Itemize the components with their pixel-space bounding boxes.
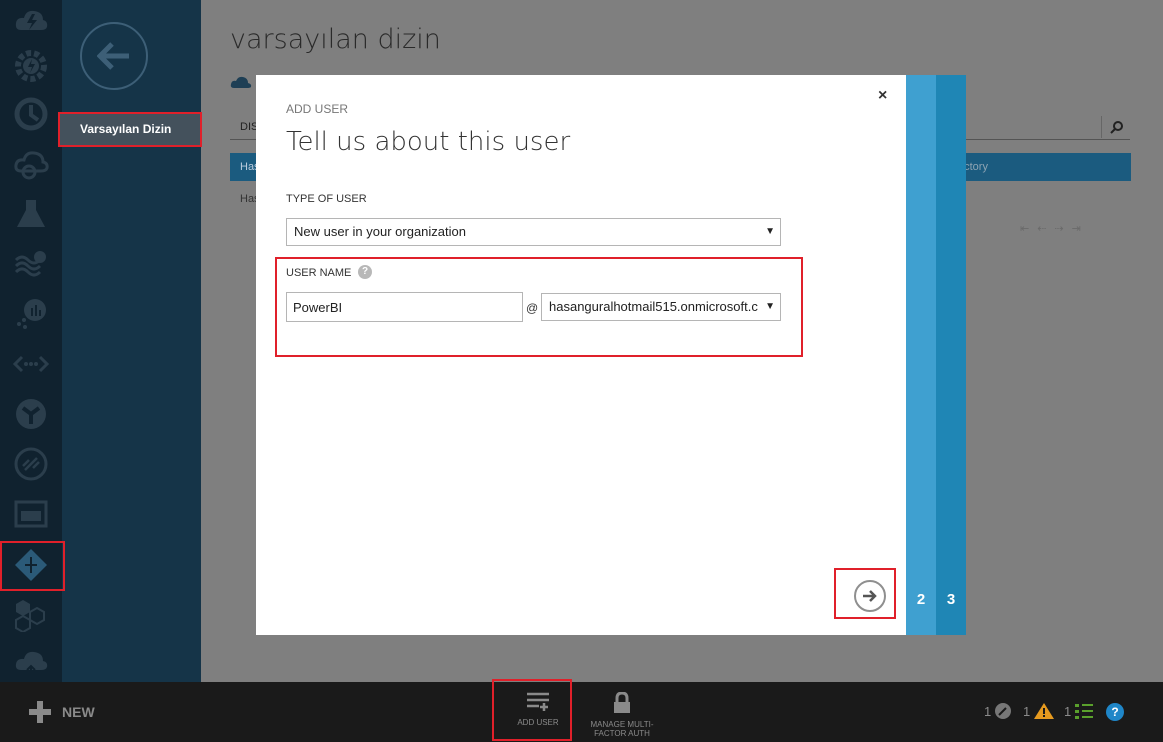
service-icon[interactable] [8,394,54,434]
help-circle-icon: ? [1106,703,1124,721]
search-icon [1110,121,1123,134]
chart-dots-icon[interactable] [8,294,54,334]
wizard-step-2[interactable]: 2 [906,75,936,635]
gears-wave-icon[interactable] [8,244,54,284]
new-button[interactable]: NEW [28,700,95,724]
secondary-nav [62,0,201,682]
mfa-label-1: MANAGE MULTI- [590,720,654,729]
dialog-title: Tell us about this user [286,127,571,157]
cloud-lightning-icon[interactable] [8,0,54,40]
arrow-left-icon [97,42,129,70]
type-of-user-select[interactable]: New user in your organization ▼ [286,218,781,246]
highlight-add-user [492,679,572,741]
clock-icon[interactable] [8,94,54,134]
code-brackets-icon[interactable] [8,344,54,384]
wizard-step-3[interactable]: 3 [936,75,966,635]
flask-icon[interactable] [8,194,54,234]
remote-app-icon[interactable] [8,444,54,484]
status-tools-count: 1 [984,703,992,719]
search-button[interactable] [1101,116,1132,138]
dialog-kicker: ADD USER [286,102,349,116]
status-list-count: 1 [1064,703,1072,719]
highlight-user-name [275,257,803,357]
page-title: varsayılan dizin [230,24,441,55]
type-of-user-label: TYPE OF USER [286,193,367,205]
pager-icon[interactable]: ⇤⇠⇢⇥ [1020,222,1089,235]
plus-icon [29,701,51,723]
close-icon[interactable]: × [878,87,887,105]
new-label: NEW [62,704,95,720]
status-warning[interactable]: 1 [1023,702,1055,720]
mfa-label-2: FACTOR AUTH [594,729,650,738]
hexagons-icon[interactable] [8,594,54,634]
manage-mfa-command[interactable]: MANAGE MULTI- FACTOR AUTH [582,688,662,738]
storage-icon[interactable] [8,494,54,534]
cloud-upload-icon[interactable] [8,644,54,684]
status-list[interactable]: 1 [1064,702,1094,720]
cloud-sync-icon[interactable] [8,144,54,184]
back-button[interactable] [80,22,148,90]
highlight-directory-icon [0,541,65,591]
warning-icon [1034,703,1055,719]
gear-lightning-icon[interactable] [8,46,54,86]
dropdown-arrow-icon: ▼ [761,219,775,245]
highlight-nav-item [58,112,202,147]
status-tools[interactable]: 1 [984,702,1012,720]
help-button[interactable]: ? [1106,703,1124,721]
type-of-user-value: New user in your organization [294,224,466,239]
highlight-next-button [834,568,896,619]
status-warning-count: 1 [1023,703,1031,719]
wrench-icon [995,703,1012,719]
lock-icon [614,692,630,713]
cloud-icon [230,76,252,88]
list-icon [1075,704,1094,719]
step-2-label: 2 [916,591,926,608]
step-3-label: 3 [946,591,956,608]
